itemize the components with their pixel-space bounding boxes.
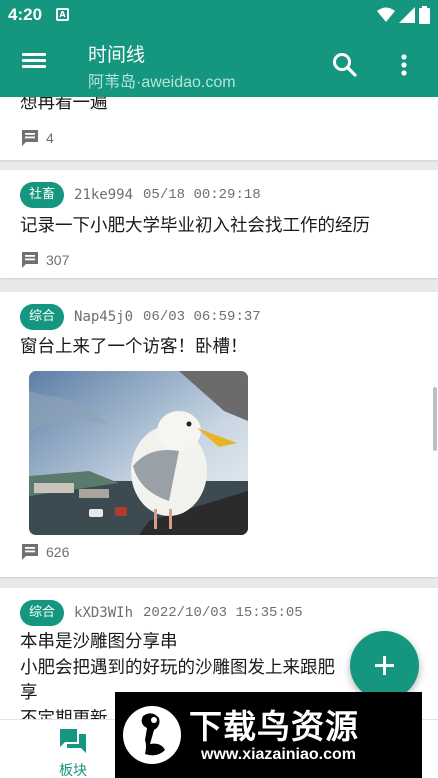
watermark-logo [123, 706, 181, 764]
post-author: 21ke994 [74, 187, 134, 203]
reply-count-value: 626 [46, 544, 70, 560]
post-date: 2022/10/03 15:35:05 [143, 605, 303, 621]
forum-icon [60, 729, 86, 753]
search-button[interactable] [330, 50, 360, 80]
post-author: Nap45j0 [74, 309, 134, 325]
post-card[interactable]: 综合 Nap45j0 06/03 06:59:37 窗台上来了一个访客！卧槽！ [0, 292, 438, 577]
board-tag[interactable]: 综合 [20, 304, 65, 330]
post-image[interactable] [29, 371, 248, 535]
reply-count-value: 307 [46, 252, 70, 268]
page-title: 时间线 [88, 44, 146, 66]
app-bar: 时间线 阿苇岛·aweidao.com [0, 30, 438, 97]
more-options-button[interactable] [392, 50, 416, 80]
reply-count: 307 [20, 250, 69, 270]
reply-count-value: 4 [46, 130, 54, 146]
wifi-icon [377, 7, 395, 22]
menu-button[interactable] [18, 50, 50, 78]
post-card[interactable]: 想再看一遍 4 [0, 97, 438, 160]
reply-count: 4 [20, 128, 54, 148]
plus-icon [375, 656, 394, 675]
status-time: 4:20 [8, 5, 43, 24]
status-bar: 4:20 A [0, 0, 438, 30]
board-tag[interactable]: 社畜 [20, 182, 65, 208]
post-text: 窗台上来了一个访客！卧槽！ [20, 337, 248, 357]
notification-icon: A [56, 8, 69, 21]
watermark-overlay: 下载鸟资源 www.xiazainiao.com [115, 692, 422, 778]
comment-icon [22, 130, 38, 146]
battery-icon [419, 6, 430, 24]
post-author: kXD3WIh [74, 605, 134, 621]
reply-count: 626 [20, 542, 69, 562]
comment-icon [22, 252, 38, 268]
post-text: 记录一下小肥大学毕业初入社会找工作的经历 [20, 216, 370, 236]
scrollbar-thumb[interactable] [433, 387, 437, 451]
watermark-url: www.xiazainiao.com [201, 746, 357, 763]
board-tag[interactable]: 综合 [20, 600, 65, 626]
more-vert-icon [401, 54, 407, 76]
post-text: 想再看一遍 [20, 97, 108, 113]
watermark-title: 下载鸟资源 [189, 707, 359, 746]
page-subtitle: 阿苇岛·aweidao.com [88, 74, 236, 91]
timeline-feed[interactable]: 想再看一遍 4 社畜 21ke994 05/18 00:29:18 记录一下小肥… [0, 97, 438, 719]
post-card[interactable]: 社畜 21ke994 05/18 00:29:18 记录一下小肥大学毕业初入社会… [0, 170, 438, 278]
post-date: 05/18 00:29:18 [143, 187, 261, 203]
menu-icon [22, 53, 46, 56]
signal-icon [399, 7, 415, 23]
seagull-photo [29, 371, 248, 535]
new-post-button[interactable] [350, 631, 419, 700]
post-date: 06/03 06:59:37 [143, 309, 261, 325]
search-icon [333, 53, 357, 77]
comment-icon [22, 544, 38, 560]
